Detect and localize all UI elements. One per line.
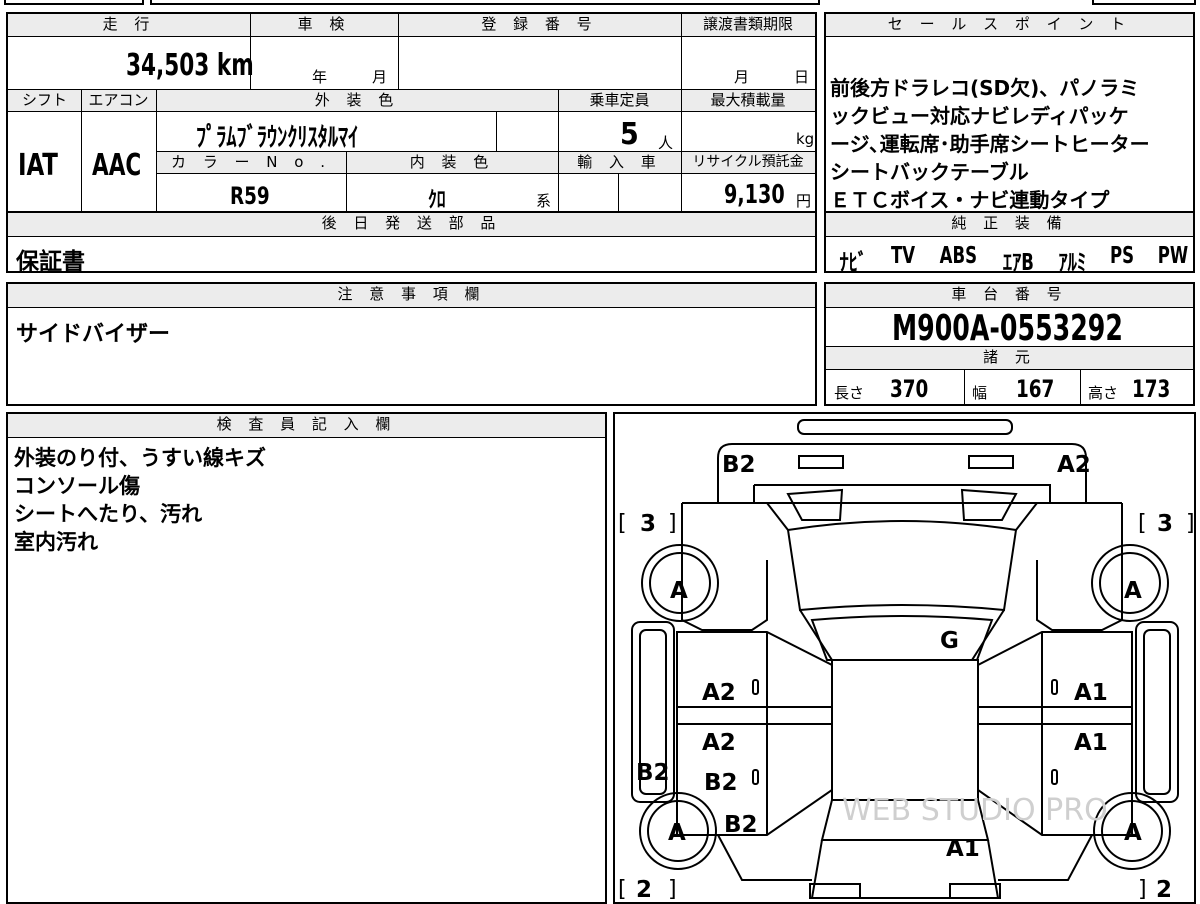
exterior-color-value: ﾌﾟﾗﾑﾌﾞﾗｳﾝｸﾘｽﾀﾙﾏｲ <box>196 123 359 153</box>
mileage-value: 34,503 km <box>126 48 254 83</box>
vehicle-info-table: 走 行 車 検 登 録 番 号 譲渡書類期限 34,503 km 年 月 月 日… <box>6 12 817 213</box>
svg-text:]: ] <box>1138 877 1147 902</box>
inspector-box: 検 査 員 記 入 欄 外装のり付、うすい線キズ コンソール傷 シートへたり、汚… <box>6 412 607 904</box>
notes-label: 注 意 事 項 欄 <box>8 284 815 308</box>
interior-color-value: ｸﾛ <box>428 188 446 213</box>
equipment-item: TV <box>890 243 915 269</box>
rating-front-right: 3 <box>1157 511 1173 537</box>
recycle-value: 9,130 <box>724 180 785 210</box>
chassis-box: 車 台 番 号 M900A-0553292 諸 元 長さ 370 幅 167 高… <box>824 282 1195 406</box>
recycle-unit: 円 <box>796 192 812 210</box>
equipment-item: ﾅﾋﾞ <box>839 250 868 276</box>
shaken-label: 車 検 <box>250 14 398 37</box>
later-parts-box: 後 日 発 送 部 品 保証書 <box>6 211 817 275</box>
equipment-item: ｴｱB <box>1002 250 1034 276</box>
spec-length-value: 370 <box>890 375 929 403</box>
sales-point-line: ックビュー対応ナビレディパッケ <box>830 104 1129 128</box>
svg-text:[: [ <box>1138 511 1147 536</box>
inspector-line: コンソール傷 <box>14 474 140 498</box>
watermark: WEB STUDIO PRO <box>842 793 1108 828</box>
sales-point-line: ージ､運転席･助手席シートヒーター <box>830 132 1150 156</box>
equipment-item: ABS <box>939 243 978 269</box>
top-strip <box>4 0 1196 6</box>
mark-rear: A1 <box>946 836 980 862</box>
mark-front-right: A2 <box>1057 452 1091 478</box>
equipment-item: ｱﾙﾐ <box>1058 250 1087 276</box>
svg-text:]: ] <box>1186 511 1194 536</box>
color-no-label: カ ラ ー N o . <box>156 152 346 174</box>
damage-diagram-box: [ ] [ ] [ ] ] 3 3 2 2 B2 A2 A A A A G A2… <box>613 412 1196 904</box>
deadline-day-unit: 日 <box>794 68 810 86</box>
aircon-value: AAC <box>92 148 142 183</box>
car-diagram: [ ] [ ] [ ] ] 3 3 2 2 B2 A2 A A A A G A2… <box>618 419 1194 902</box>
chassis-label: 車 台 番 号 <box>826 284 1193 308</box>
rating-front-left: 3 <box>640 511 656 537</box>
rating-rear-right: 2 <box>1156 877 1172 902</box>
max-load-label: 最大積載量 <box>681 90 815 112</box>
color-no-value: R59 <box>230 182 270 210</box>
mark-front-left: B2 <box>722 452 756 478</box>
sales-point-line: ＥＴＣボイス・ナビ連動タイプ <box>830 188 1110 212</box>
mark-sill-left: B2 <box>636 760 670 786</box>
spec-width-value: 167 <box>1016 375 1055 403</box>
rating-rear-left: 2 <box>636 877 652 902</box>
mark-tire-rr: A <box>1124 820 1142 846</box>
inspector-line: 外装のり付、うすい線キズ <box>14 446 266 470</box>
sales-points-box: セ ー ル ス ポ イ ン ト 前後方ドラレコ(SD欠)、パノラミ ックビュー対… <box>824 12 1195 213</box>
chassis-number: M900A-0553292 <box>892 308 1123 349</box>
mark-tire-fr: A <box>1124 578 1142 604</box>
svg-text:]: ] <box>668 877 677 902</box>
mark-door-rr-upper: A1 <box>1074 730 1108 756</box>
mark-door-rl-lower: B2 <box>704 770 738 796</box>
spec-length-label: 長さ <box>834 384 865 402</box>
interior-color-suffix: 系 <box>536 192 552 210</box>
svg-text:]: ] <box>668 511 677 536</box>
mark-tire-rl: A <box>668 820 686 846</box>
later-parts-label: 後 日 発 送 部 品 <box>8 213 815 237</box>
recycle-label: リサイクル預託金 <box>681 152 815 174</box>
import-label: 輸 入 車 <box>558 152 681 174</box>
equipment-box: 純 正 装 備 ﾅﾋﾞ TV ABS ｴｱB ｱﾙﾐ PS PW <box>824 211 1195 276</box>
capacity-value: 5 <box>620 117 639 152</box>
capacity-unit: 人 <box>658 134 674 152</box>
svg-text:[: [ <box>618 877 627 902</box>
svg-text:[: [ <box>618 511 627 536</box>
specs-label: 諸 元 <box>826 346 1193 370</box>
spec-height-value: 173 <box>1132 375 1171 403</box>
mark-door-fl: A2 <box>702 680 736 706</box>
sales-points-label: セ ー ル ス ポ イ ン ト <box>826 14 1193 37</box>
exterior-color-label: 外 装 色 <box>156 90 558 112</box>
shaken-month-unit: 月 <box>372 68 388 86</box>
mark-quarter-left: B2 <box>724 812 758 838</box>
equipment-list: ﾅﾋﾞ TV ABS ｴｱB ｱﾙﾐ PS PW <box>836 243 1192 277</box>
notes-box: 注 意 事 項 欄 サイドバイザー <box>6 282 817 406</box>
equipment-item: PS <box>1109 243 1134 269</box>
shift-value: IAT <box>18 148 58 183</box>
shift-label: シフト <box>8 90 81 112</box>
transfer-deadline-label: 譲渡書類期限 <box>681 14 815 37</box>
shaken-year-unit: 年 <box>312 68 328 86</box>
deadline-month-unit: 月 <box>734 68 750 86</box>
equipment-label: 純 正 装 備 <box>826 213 1193 237</box>
inspector-line: 室内汚れ <box>14 530 98 554</box>
mileage-label: 走 行 <box>8 14 250 37</box>
max-load-unit: kg <box>796 130 815 148</box>
spec-width-label: 幅 <box>972 384 988 402</box>
sales-point-line: シートバックテーブル <box>830 160 1029 184</box>
sales-point-line: 前後方ドラレコ(SD欠)、パノラミ <box>830 76 1140 100</box>
mark-door-rl-upper: A2 <box>702 730 736 756</box>
mark-door-fr: A1 <box>1074 680 1108 706</box>
spec-height-label: 高さ <box>1088 384 1119 402</box>
later-parts-value: 保証書 <box>16 249 85 275</box>
interior-color-label: 内 装 色 <box>346 152 558 174</box>
capacity-label: 乗車定員 <box>558 90 681 112</box>
registration-label: 登 録 番 号 <box>398 14 681 37</box>
mark-windshield: G <box>940 628 959 654</box>
equipment-item: PW <box>1157 243 1189 269</box>
mark-tire-fl: A <box>670 578 688 604</box>
notes-value: サイドバイザー <box>16 322 171 347</box>
inspector-line: シートへたり、汚れ <box>14 502 203 526</box>
inspector-label: 検 査 員 記 入 欄 <box>8 414 605 438</box>
aircon-label: エアコン <box>81 90 156 112</box>
